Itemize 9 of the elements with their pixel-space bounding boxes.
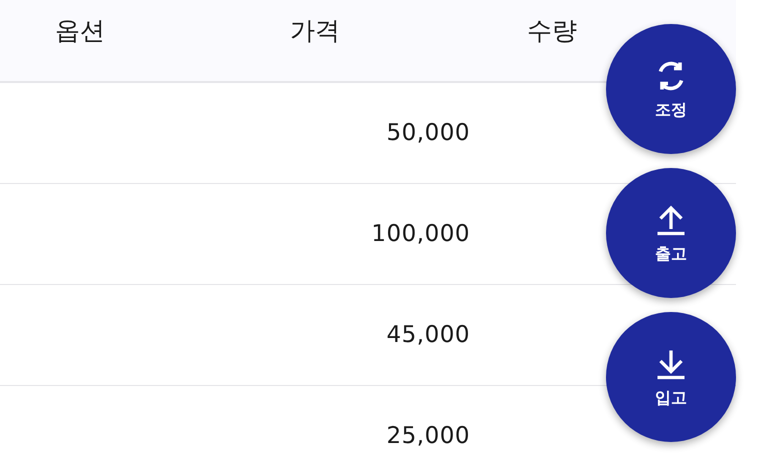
column-header: 옵션	[54, 15, 106, 47]
price-cell: 45,000	[386, 322, 470, 348]
price-cell: 100,000	[371, 221, 470, 247]
price-cell: 50,000	[386, 120, 470, 146]
column-header: 수량	[526, 15, 578, 47]
action-button[interactable]: 출고	[606, 168, 736, 298]
action-button[interactable]: 입고	[606, 312, 736, 442]
price-cell: 25,000	[386, 423, 470, 449]
column-header: 가격	[289, 15, 341, 47]
